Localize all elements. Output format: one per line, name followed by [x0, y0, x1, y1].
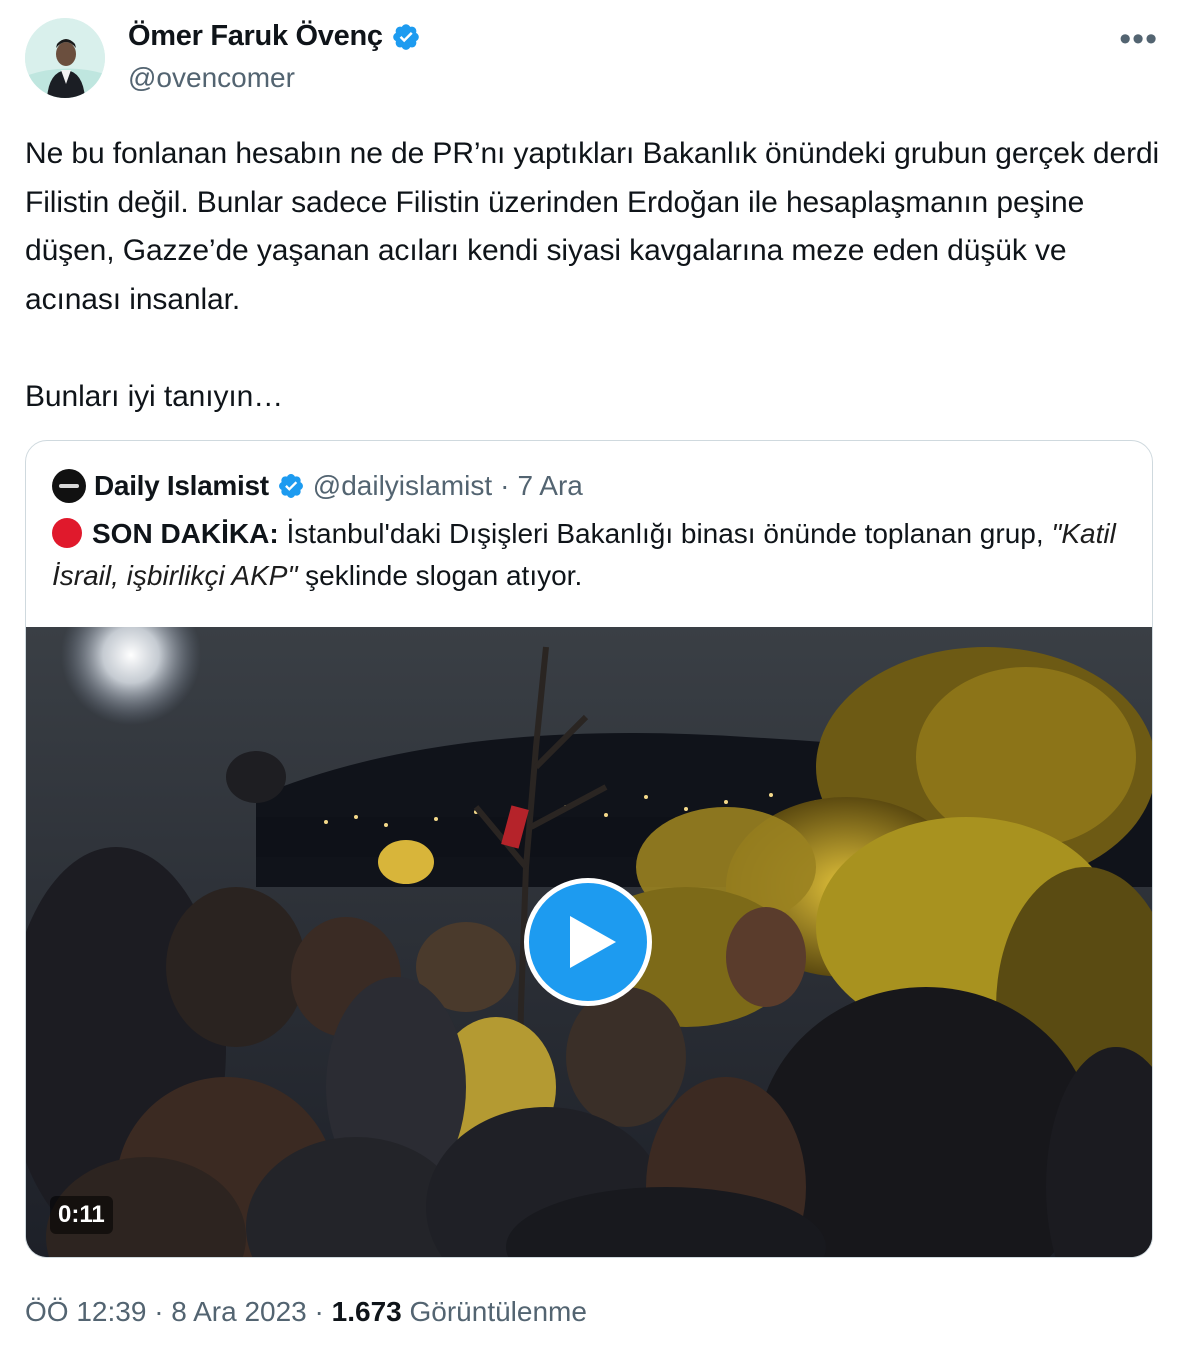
- tweet-paragraph: Ne bu fonlanan hesabın ne de PR’nı yaptı…: [25, 137, 1160, 316]
- tweet-paragraph: Bunları iyi tanıyın…: [25, 379, 284, 413]
- views-label: Görüntülenme: [409, 1296, 587, 1327]
- video-player[interactable]: 0:11: [26, 627, 1152, 1257]
- breaking-label: SON DAKİKA:: [92, 518, 279, 549]
- quoted-author-name[interactable]: Daily Islamist: [94, 470, 269, 502]
- separator-dot: ·: [314, 1296, 324, 1327]
- quoted-tweet-card[interactable]: Daily Islamist @dailyislamist · 7 Ara SO…: [25, 440, 1153, 1258]
- tweet: Ömer Faruk Övenç @ovencomer ••• Ne bu fo…: [0, 0, 1200, 1364]
- quoted-text-part: şeklinde slogan atıyor.: [305, 560, 583, 591]
- separator-dot: ·: [154, 1296, 164, 1327]
- more-options-icon[interactable]: •••: [1119, 22, 1158, 56]
- tweet-text: Ne bu fonlanan hesabın ne de PR’nı yaptı…: [25, 130, 1165, 421]
- video-duration: 0:11: [50, 1196, 113, 1234]
- quoted-author-avatar[interactable]: [52, 469, 86, 503]
- tweet-time[interactable]: ÖÖ 12:39: [25, 1296, 146, 1327]
- avatar-image: [25, 18, 105, 98]
- author-avatar[interactable]: [25, 18, 105, 98]
- red-circle-icon: [52, 518, 82, 548]
- verified-badge-icon: [392, 23, 419, 50]
- verified-badge-icon: [278, 474, 303, 498]
- quoted-tweet-text: SON DAKİKA: İstanbul'daki Dışişleri Baka…: [52, 513, 1122, 597]
- quoted-author-handle[interactable]: @dailyislamist: [313, 470, 492, 502]
- tweet-date[interactable]: 8 Ara 2023: [171, 1296, 306, 1327]
- quoted-text-part: İstanbul'daki Dışişleri Bakanlığı binası…: [286, 518, 1044, 549]
- views-count[interactable]: 1.673: [332, 1296, 402, 1327]
- author-handle[interactable]: @ovencomer: [128, 62, 295, 94]
- quoted-tweet-date[interactable]: 7 Ara: [517, 470, 582, 502]
- quoted-tweet-header: Daily Islamist @dailyislamist · 7 Ara: [52, 469, 583, 503]
- author-name-row[interactable]: Ömer Faruk Övenç: [128, 20, 421, 53]
- author-name[interactable]: Ömer Faruk Övenç: [128, 20, 383, 53]
- play-icon: [570, 916, 616, 968]
- tweet-meta: ÖÖ 12:39 · 8 Ara 2023 · 1.673 Görüntülen…: [25, 1296, 587, 1328]
- play-button[interactable]: [524, 878, 652, 1006]
- separator-dot: ·: [500, 470, 510, 501]
